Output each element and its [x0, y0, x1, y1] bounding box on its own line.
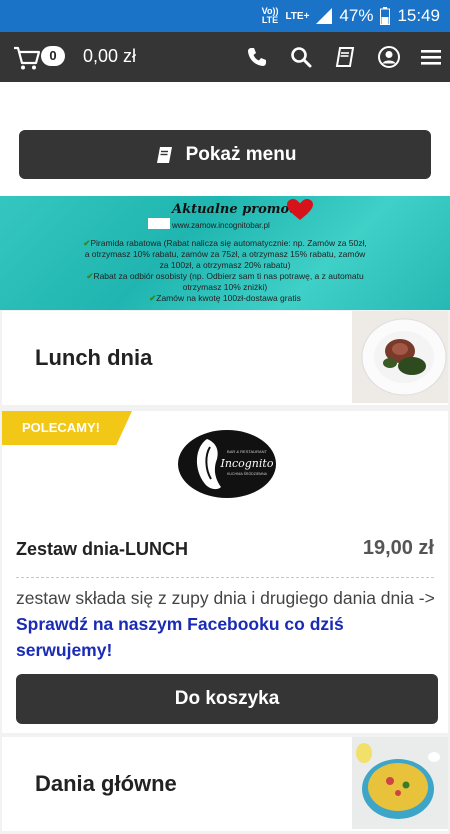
product-name[interactable]: Zestaw dnia-LUNCH	[16, 539, 188, 560]
svg-text:Incognito: Incognito	[220, 457, 274, 470]
promo-line-3: ✔Zamów na kwotę 100zł-dostawa gratis	[149, 293, 301, 303]
hamburger-menu-icon[interactable]	[420, 44, 442, 70]
promo-banner[interactable]: Aktualne promocje www.zamow.incognitobar…	[0, 196, 450, 310]
cart-icon[interactable]	[13, 45, 41, 71]
promo-logo	[148, 218, 170, 229]
cart-total[interactable]: 0,00 zł	[83, 46, 136, 67]
top-nav: 0 0,00 zł	[0, 32, 450, 82]
promo-url: www.zamow.incognitobar.pl	[172, 221, 270, 230]
category-image-lunch	[352, 311, 448, 403]
svg-text:BAR & RESTAURANT: BAR & RESTAURANT	[227, 449, 267, 454]
show-menu-button[interactable]: Pokaż menu	[19, 130, 431, 179]
recommended-badge: POLECAMY!	[2, 411, 132, 445]
promo-line-2: ✔Rabat za odbiór osobisty (np. Odbierz s…	[86, 271, 364, 292]
category-lunch[interactable]: Lunch dnia	[2, 311, 448, 405]
svg-text:KUCHNIA ŚRÓDZIEMNA: KUCHNIA ŚRÓDZIEMNA	[227, 471, 268, 476]
phone-icon[interactable]	[244, 44, 270, 70]
battery-icon	[380, 7, 391, 25]
divider	[16, 577, 434, 578]
description-text: zestaw składa się z zupy dnia i drugiego…	[16, 588, 435, 608]
volte-indicator: Vo)) LTE	[261, 6, 279, 25]
category-main-dishes[interactable]: Dania główne	[2, 737, 448, 831]
user-account-icon[interactable]	[376, 44, 402, 70]
category-title: Dania główne	[35, 771, 177, 796]
cart-count-badge: 0	[41, 46, 65, 66]
status-bar: Vo)) LTE LTE+ 47% 15:49	[0, 0, 450, 32]
add-to-cart-button[interactable]: Do koszyka	[16, 674, 438, 724]
facebook-link[interactable]: Sprawdź na naszym Facebooku co dziś serw…	[16, 614, 344, 660]
search-icon[interactable]	[288, 44, 314, 70]
clock: 15:49	[397, 6, 440, 25]
book-menu-icon[interactable]	[332, 44, 358, 70]
category-image-main	[352, 737, 448, 829]
signal-icon	[316, 8, 333, 24]
product-description: zestaw składa się z zupy dnia i drugiego…	[16, 585, 441, 663]
product-card: POLECAMY! BAR & RESTAURANT Incognito KUC…	[2, 411, 448, 733]
book-icon	[156, 146, 172, 163]
lte-plus-indicator: LTE+	[285, 10, 310, 22]
promo-line-1: ✔Piramida rabatowa (Rabat nalicza się au…	[83, 238, 367, 270]
heart-icon	[287, 199, 313, 220]
menu-bar: Pokaż menu	[0, 82, 450, 196]
product-price: 19,00 zł	[362, 537, 434, 559]
battery-percent: 47%	[339, 6, 374, 25]
restaurant-logo: BAR & RESTAURANT Incognito KUCHNIA ŚRÓDZ…	[178, 430, 276, 498]
show-menu-label: Pokaż menu	[185, 143, 297, 165]
category-title: Lunch dnia	[35, 345, 153, 370]
